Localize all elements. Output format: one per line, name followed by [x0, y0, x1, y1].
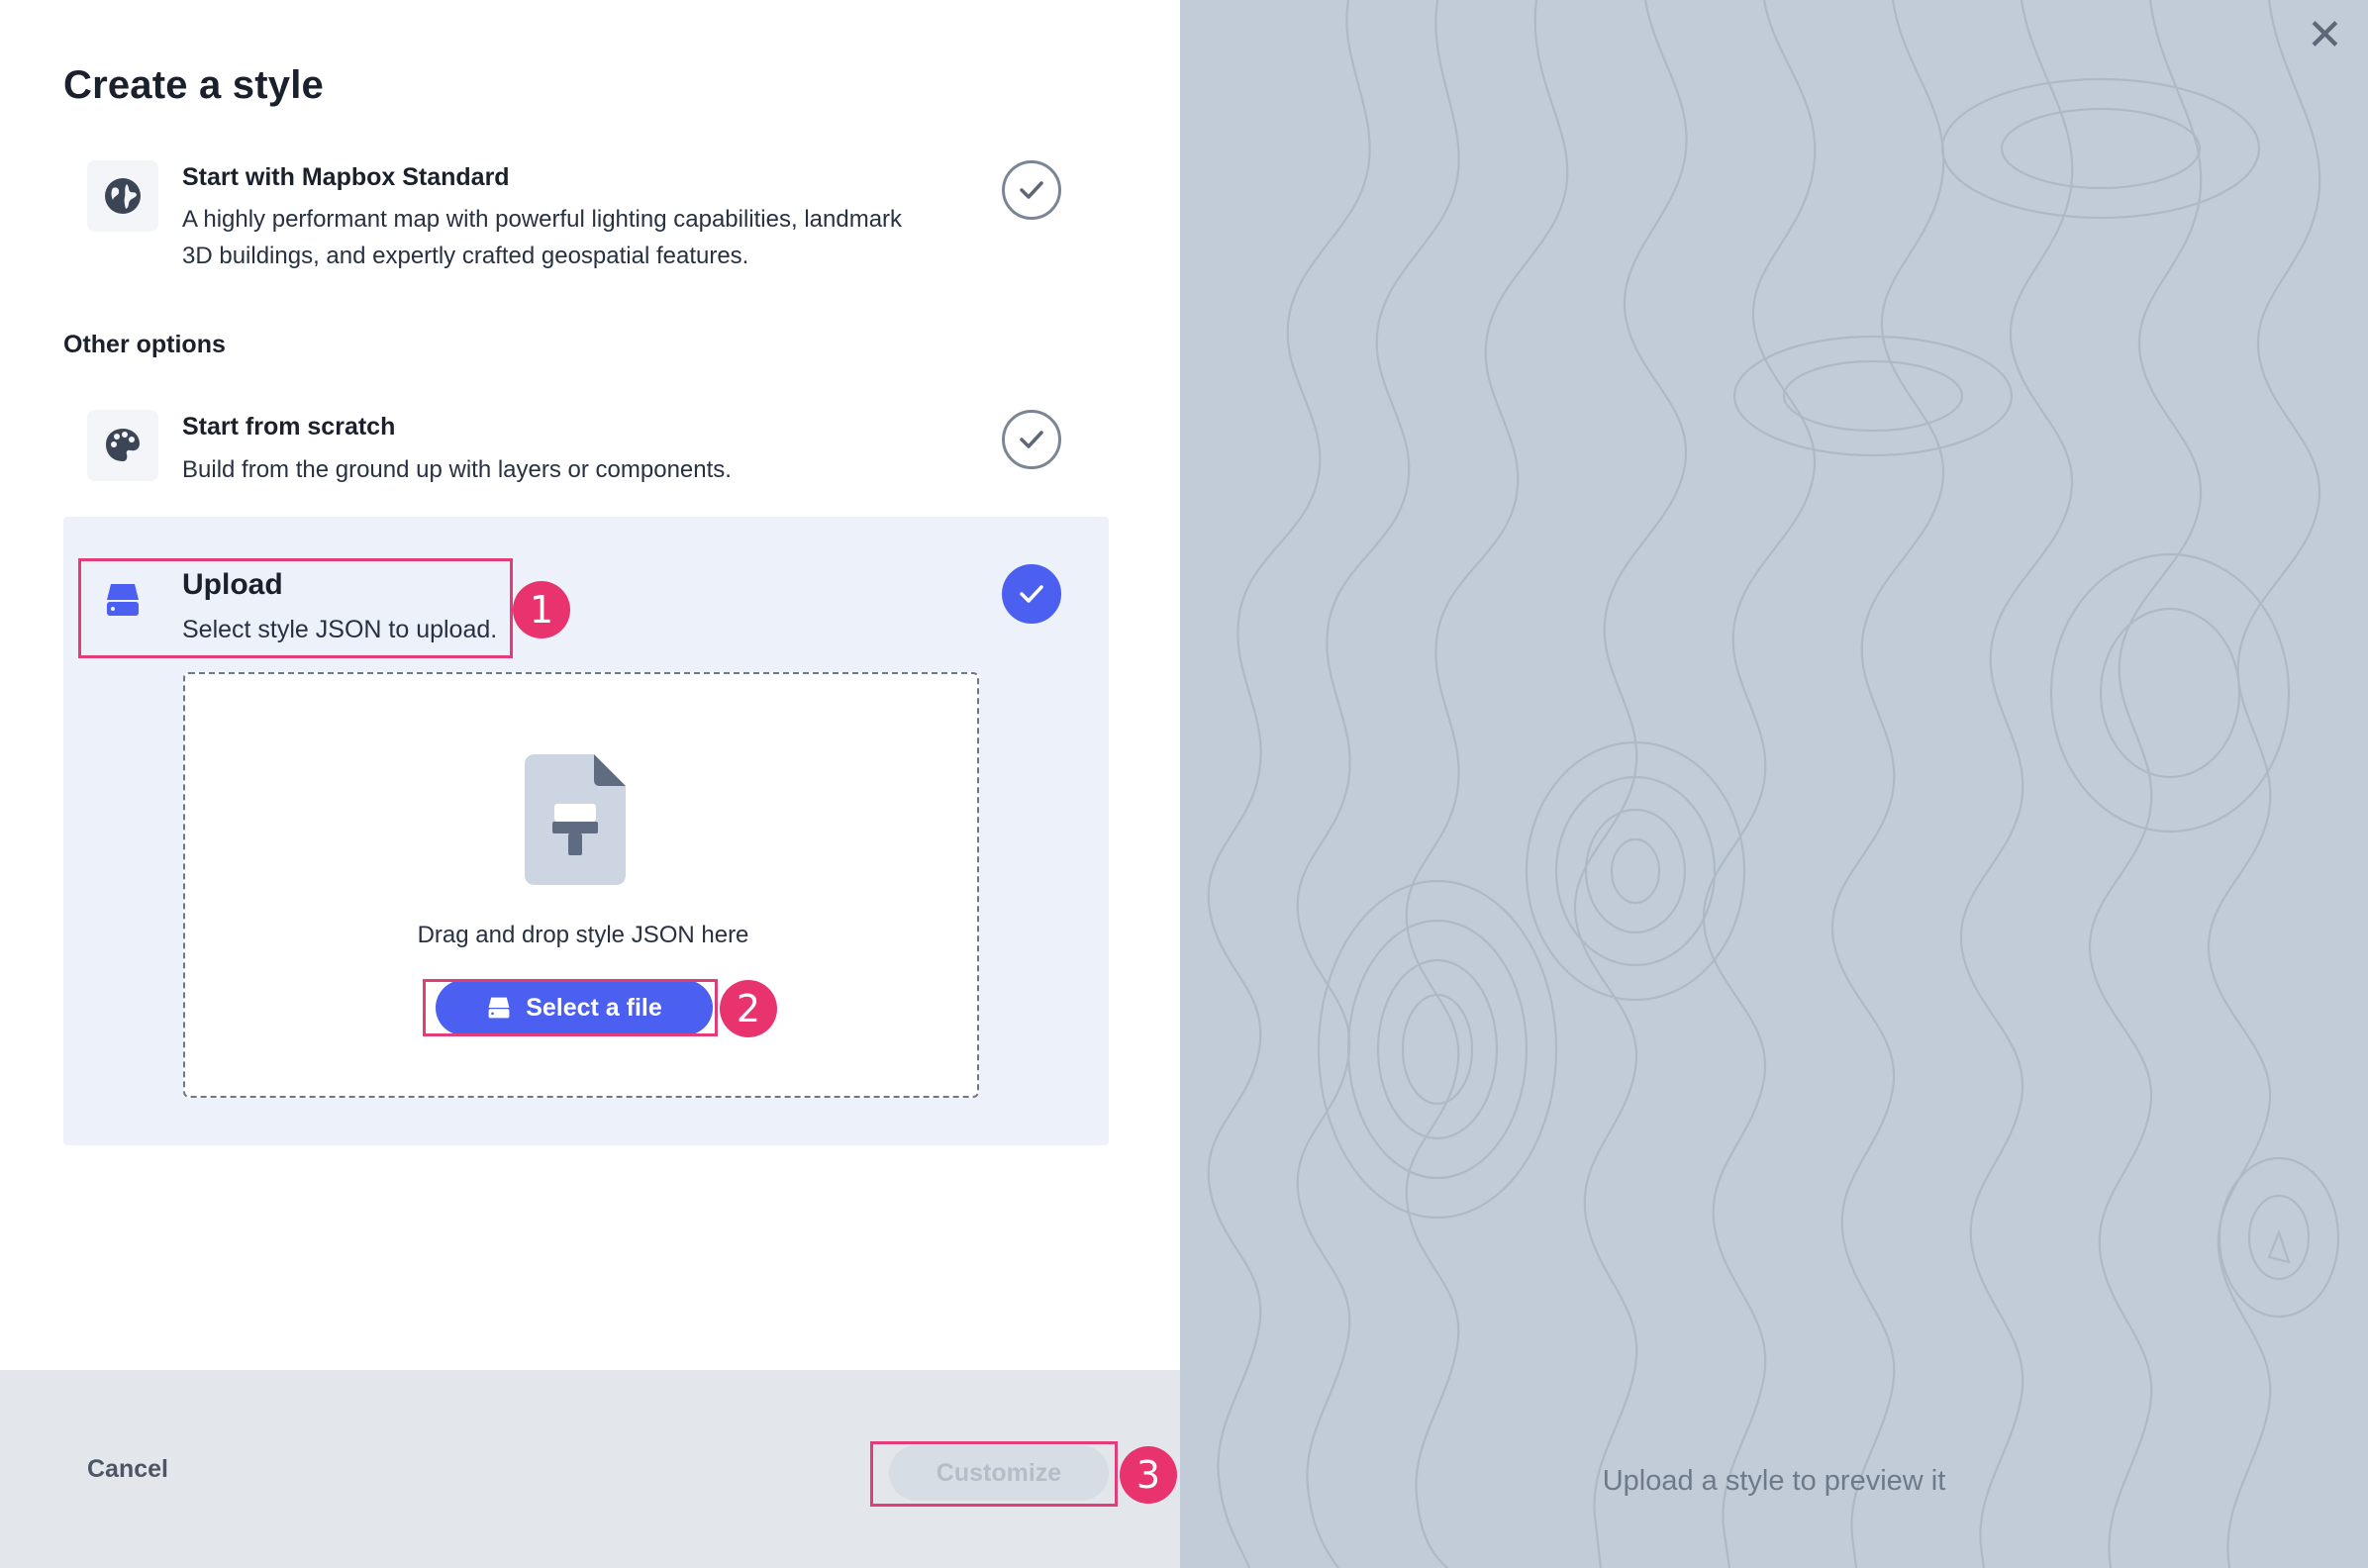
create-style-panel: Create a style Start with Mapbox Standar… [0, 0, 1180, 1568]
option-standard-desc-2: 3D buildings, and expertly crafted geosp… [182, 243, 749, 269]
annotation-box-3 [870, 1441, 1118, 1507]
preview-placeholder-text: Upload a style to preview it [1602, 1465, 1946, 1497]
check-icon [1020, 181, 1043, 199]
check-icon [1020, 431, 1043, 448]
dropzone-text: Drag and drop style JSON here [417, 922, 749, 948]
palette-icon [87, 410, 158, 481]
globe-icon [87, 160, 158, 232]
option-upload-check[interactable] [1002, 564, 1061, 624]
option-standard-title: Start with Mapbox Standard [182, 163, 510, 191]
annotation-number-2: 2 [720, 980, 777, 1037]
annotation-number-3: 3 [1120, 1446, 1177, 1504]
cancel-button[interactable]: Cancel [87, 1455, 168, 1484]
option-standard-check[interactable] [1002, 160, 1061, 220]
option-standard-desc-1: A highly performant map with powerful li… [182, 206, 903, 233]
topographic-background [1207, 0, 2340, 1568]
annotation-box-1 [78, 558, 513, 658]
option-scratch-title: Start from scratch [182, 413, 396, 441]
other-options-label: Other options [63, 331, 226, 358]
style-file-icon [525, 754, 626, 890]
option-scratch-check[interactable] [1002, 410, 1061, 469]
dialog-title: Create a style [63, 63, 324, 107]
close-icon[interactable]: ✕ [2307, 14, 2343, 57]
option-scratch-desc: Build from the ground up with layers or … [182, 456, 732, 483]
style-preview-panel [1180, 0, 2368, 1568]
annotation-box-2 [423, 979, 718, 1036]
annotation-number-1: 1 [513, 581, 570, 638]
check-icon [1020, 585, 1043, 603]
